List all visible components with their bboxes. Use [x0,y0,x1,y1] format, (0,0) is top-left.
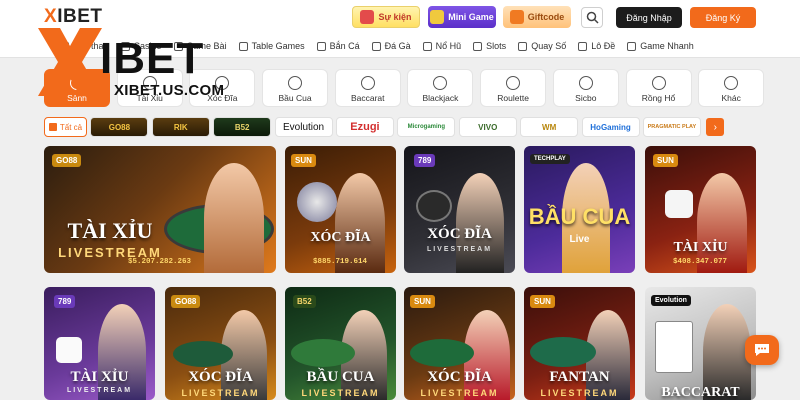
bolt-icon [627,41,637,51]
provider-badge: B52 [293,295,316,308]
game-card[interactable]: SUN FANTAN LIVESTREAM [524,287,635,400]
x-logo-mark [38,28,102,96]
provider-badge: SUN [530,295,555,308]
nav-item-slots[interactable]: Slots [473,41,506,51]
roulette-icon [506,76,521,90]
rooster-icon [371,41,381,51]
game-card[interactable]: SUN TÀI XỈU $408.347.077 [645,146,756,273]
game-card[interactable]: SUN XÓC ĐĨA LIVESTREAM [404,287,515,400]
provider-badge: SUN [653,154,678,167]
category-rong-ho[interactable]: Rồng Hổ [625,69,692,107]
game-card[interactable]: Evolution BACCARAT [645,287,756,400]
login-button[interactable]: Đăng Nhập [616,7,682,28]
provider-pragmatic[interactable]: PRAGMATIC PLAY [642,117,701,137]
dragon-icon [651,76,666,90]
playing-cards-graphic [655,321,693,373]
provider-microgaming[interactable]: Microgaming [397,117,456,137]
search-button[interactable] [581,7,603,28]
provider-badge: GO88 [171,295,201,308]
live-chat-button[interactable] [745,335,779,365]
club-icon [724,76,739,90]
provider-badge: 789 [414,154,436,167]
gift-icon [360,10,375,24]
provider-hogaming[interactable]: HoGaming [581,117,640,137]
mini-game-button[interactable]: Mini Game [428,6,496,28]
category-khac[interactable]: Khác [698,69,765,107]
category-bau-cua[interactable]: Bầu Cua [262,69,329,107]
provider-badge: 789 [54,295,76,308]
nav-item-da-ga[interactable]: Đá Gà [371,41,411,51]
provider-badge: Evolution [651,295,691,306]
nav-item-lo-de[interactable]: Lô Đề [578,41,615,51]
provider-badge: GO88 [52,154,82,167]
dice-graphic [665,190,693,218]
numbers-icon [578,41,588,51]
provider-evolution[interactable]: Evolution [274,117,333,137]
provider-row: Tất cả GO88 RIK B52 Evolution Ezugi Micr… [44,117,725,137]
category-roulette[interactable]: Roulette [480,69,547,107]
slot-icon [422,41,432,51]
game-card[interactable]: SUN XÓC ĐĨA $885.719.614 [285,146,396,273]
dealer-figure [456,173,504,273]
jackpot-amount: $5.207.282.263 [128,258,192,266]
provider-badge: SUN [291,154,316,167]
grid-icon [48,123,57,131]
game-table-graphic [173,341,233,367]
provider-b52[interactable]: B52 [213,117,272,137]
game-card[interactable]: GO88 TÀI XỈU LIVESTREAM $5.207.282.263 [44,146,276,273]
jackpot-amount: $885.719.614 [313,258,368,266]
game-table-graphic [530,337,596,367]
giftcode-button[interactable]: Giftcode [503,6,571,28]
dice-graphic [56,337,82,363]
provider-vivo[interactable]: VIVO [458,117,517,137]
chat-icon [755,344,769,356]
lottery-icon [518,41,528,51]
game-card[interactable]: B52 BẦU CUA LIVESTREAM [285,287,396,400]
provider-badge: TECHPLAY [530,154,570,164]
cards-icon [360,76,375,90]
category-blackjack[interactable]: Blackjack [407,69,474,107]
provider-ezugi[interactable]: Ezugi [335,117,394,137]
nav-item-table-games[interactable]: Table Games [238,41,305,51]
nav-item-no-hu[interactable]: Nổ Hũ [422,41,461,51]
register-button[interactable]: Đăng Ký [690,7,756,28]
fish-icon [316,41,326,51]
watermark-logo: IBET XIBET.US.COM [34,24,224,114]
table-icon [238,41,248,51]
crab-icon [288,76,303,90]
provider-rik[interactable]: RIK [151,117,210,137]
nav-item-game-nhanh[interactable]: Game Nhanh [627,41,694,51]
provider-badge: SUN [410,295,435,308]
game-card[interactable]: 789 TÀI XỈU LIVESTREAM [44,287,155,400]
category-sicbo[interactable]: Sicbo [552,69,619,107]
game-card[interactable]: TECHPLAY BẦU CUA Live [524,146,635,273]
provider-go88[interactable]: GO88 [90,117,149,137]
game-table-graphic [416,190,452,222]
temple-icon [578,76,593,90]
game-card[interactable]: GO88 XÓC ĐĨA LIVESTREAM [165,287,276,400]
nav-item-ban-ca[interactable]: Bắn Cá [316,41,360,51]
provider-wm[interactable]: WM [520,117,579,137]
nav-item-quay-so[interactable]: Quay Số [518,41,566,51]
category-baccarat[interactable]: Baccarat [334,69,401,107]
provider-all[interactable]: Tất cả [44,117,87,137]
game-table-graphic [410,339,474,367]
giftbox-icon [509,10,524,24]
game-table-graphic [297,182,337,222]
game-table-graphic [291,339,355,367]
card-icon [433,76,448,90]
gamepad-icon [430,10,445,24]
slot-machine-icon [473,41,483,51]
game-card[interactable]: 789 XÓC ĐĨA LIVESTREAM [404,146,515,273]
search-icon [586,11,599,24]
event-promo-button[interactable]: Sự kiện [352,6,420,28]
provider-next-button[interactable]: › [706,118,725,136]
jackpot-amount: $408.347.077 [673,258,728,266]
